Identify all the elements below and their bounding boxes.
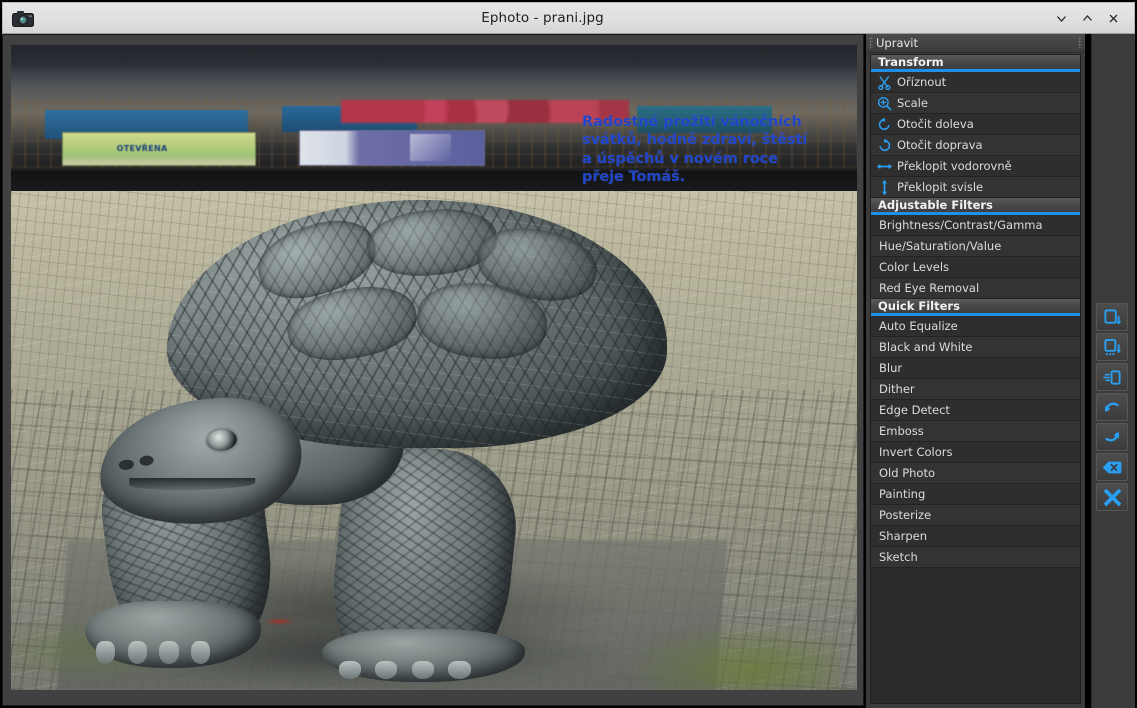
transform-item-crop[interactable]: Oříznout <box>871 72 1080 93</box>
transform-item-label: Otočit doleva <box>897 117 974 131</box>
claw <box>95 640 116 664</box>
dock-drag-handle-right[interactable] <box>1078 37 1082 49</box>
claw <box>338 660 361 679</box>
photo-banner-blue <box>298 130 485 167</box>
filter-item-label: Old Photo <box>879 466 936 480</box>
filter-item-label: Painting <box>879 487 926 501</box>
tortoise-eye <box>205 428 238 453</box>
quick-filter-emboss[interactable]: Emboss <box>871 421 1080 442</box>
filter-item-label: Emboss <box>879 424 924 438</box>
filter-item-color-levels[interactable]: Color Levels <box>871 257 1080 278</box>
rotate-right-icon <box>871 138 897 153</box>
quick-filter-painting[interactable]: Painting <box>871 484 1080 505</box>
maximize-chevron-up-icon[interactable] <box>1074 6 1100 30</box>
photo-awning-right <box>637 106 773 134</box>
quick-filter-dither[interactable]: Dither <box>871 379 1080 400</box>
tortoise-mouth <box>129 478 256 491</box>
redo-icon[interactable] <box>1096 423 1128 451</box>
filter-item-red-eye-removal[interactable]: Red Eye Removal <box>871 278 1080 299</box>
transform-item-label: Otočit doprava <box>897 138 983 152</box>
quick-filter-edge-detect[interactable]: Edge Detect <box>871 400 1080 421</box>
claw <box>159 640 179 664</box>
reset-icon[interactable] <box>1096 453 1128 481</box>
export-icon[interactable] <box>1096 363 1128 391</box>
photo-flower-box <box>340 99 629 124</box>
dock-title-bar[interactable]: Upravit <box>866 34 1085 53</box>
filter-item-label: Red Eye Removal <box>879 281 980 295</box>
rotate-left-icon <box>871 117 897 132</box>
save-as-icon[interactable] <box>1096 333 1128 361</box>
flip-horizontal-icon <box>871 159 897 174</box>
quick-filter-old-photo[interactable]: Old Photo <box>871 463 1080 484</box>
camera-icon <box>9 6 37 30</box>
quick-filter-posterize[interactable]: Posterize <box>871 505 1080 526</box>
flip-vertical-icon <box>871 179 897 196</box>
claw <box>448 660 471 679</box>
undo-icon[interactable] <box>1096 393 1128 421</box>
filter-item-label: Invert Colors <box>879 445 953 459</box>
dock-content: Transform Oříznout Scale Otočit doleva O… <box>870 54 1081 704</box>
filter-item-label: Edge Detect <box>879 403 950 417</box>
toolbar-button-stack <box>1096 303 1132 513</box>
zoom-in-icon <box>871 96 897 111</box>
filter-item-label: Sharpen <box>879 529 928 543</box>
filter-item-hue-saturation-value[interactable]: Hue/Saturation/Value <box>871 236 1080 257</box>
transform-item-flip-vertical[interactable]: Překlopit svisle <box>871 177 1080 198</box>
tortoise-nostril <box>118 459 134 471</box>
tortoise-front-left-foot <box>85 600 262 668</box>
transform-item-label: Oříznout <box>897 75 947 89</box>
filter-item-label: Hue/Saturation/Value <box>879 239 1002 253</box>
claw <box>411 660 434 679</box>
transform-item-rotate-right[interactable]: Otočit doprava <box>871 135 1080 156</box>
quick-filter-blur[interactable]: Blur <box>871 358 1080 379</box>
quick-filter-black-and-white[interactable]: Black and White <box>871 337 1080 358</box>
quick-filter-sketch[interactable]: Sketch <box>871 547 1080 568</box>
close-image-icon[interactable] <box>1096 483 1128 511</box>
claw <box>191 640 211 664</box>
ephoto-window: Ephoto - prani.jpg OTEVŘENA Radostné pro… <box>0 0 1137 708</box>
filter-item-label: Sketch <box>879 550 918 564</box>
filter-item-label: Auto Equalize <box>879 319 958 333</box>
dock-title-label: Upravit <box>876 36 919 50</box>
edit-dock-panel: Upravit Transform Oříznout Scale Otočit … <box>866 34 1085 708</box>
claw <box>375 660 398 679</box>
filter-item-label: Posterize <box>879 508 932 522</box>
photo-image[interactable]: Radostné prožití vánočních svátků, hodně… <box>11 45 857 690</box>
window-controls <box>1048 6 1126 30</box>
close-x-icon[interactable] <box>1100 6 1126 30</box>
quick-filter-sharpen[interactable]: Sharpen <box>871 526 1080 547</box>
main-body: Radostné prožití vánočních svátků, hodně… <box>0 34 1137 708</box>
minimize-chevron-down-icon[interactable] <box>1048 6 1074 30</box>
filter-item-label: Dither <box>879 382 915 396</box>
quick-filter-auto-equalize[interactable]: Auto Equalize <box>871 316 1080 337</box>
filter-item-label: Color Levels <box>879 260 950 274</box>
filter-item-label: Blur <box>879 361 903 375</box>
save-icon[interactable] <box>1096 303 1128 331</box>
image-canvas-area[interactable]: Radostné prožití vánočních svátků, hodně… <box>2 34 864 706</box>
scissors-icon <box>871 75 897 90</box>
filter-item-brightness-contrast-gamma[interactable]: Brightness/Contrast/Gamma <box>871 215 1080 236</box>
transform-item-label: Překlopit svisle <box>897 180 984 194</box>
transform-item-rotate-left[interactable]: Otočit doleva <box>871 114 1080 135</box>
photo-banner-green <box>61 132 257 166</box>
dock-drag-handle-left[interactable] <box>869 37 873 49</box>
claw <box>127 640 147 664</box>
right-toolbar <box>1091 34 1137 708</box>
tortoise-nostril <box>138 454 154 467</box>
section-header-transform: Transform <box>871 55 1080 72</box>
transform-item-label: Překlopit vodorovně <box>897 159 1012 173</box>
filter-item-label: Brightness/Contrast/Gamma <box>879 218 1043 232</box>
transform-item-label: Scale <box>897 96 928 110</box>
filter-item-label: Black and White <box>879 340 973 354</box>
title-bar: Ephoto - prani.jpg <box>2 2 1135 34</box>
quick-filter-invert-colors[interactable]: Invert Colors <box>871 442 1080 463</box>
section-header-quick-filters: Quick Filters <box>871 299 1080 316</box>
transform-item-flip-horizontal[interactable]: Překlopit vodorovně <box>871 156 1080 177</box>
window-title: Ephoto - prani.jpg <box>481 10 604 26</box>
transform-item-scale[interactable]: Scale <box>871 93 1080 114</box>
section-header-adjustable-filters: Adjustable Filters <box>871 198 1080 215</box>
photo-tortoise-statue <box>79 199 756 687</box>
